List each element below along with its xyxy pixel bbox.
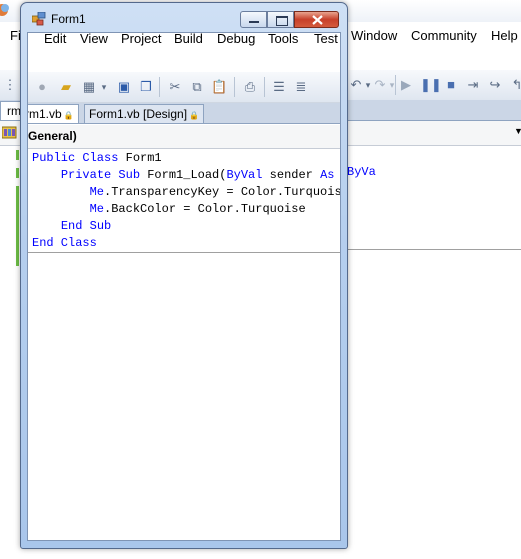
code-keyword: As xyxy=(320,168,335,182)
step-over-icon[interactable]: ↪ xyxy=(487,77,503,93)
code-overflow-right: ByVa xyxy=(347,164,376,181)
code-line: Public Class Form1 xyxy=(32,150,340,167)
document-tab-strip-through: rm1.vb 🔒 Form1.vb [Design] 🔒 xyxy=(28,103,340,124)
code-token: Form1_Load( xyxy=(147,168,227,182)
menu-tools[interactable]: Tools xyxy=(268,33,298,46)
menu-view[interactable]: View xyxy=(80,33,108,46)
close-button[interactable] xyxy=(294,11,339,28)
ide-app-icon xyxy=(0,4,9,16)
toolbar-separator xyxy=(395,75,396,95)
maximize-icon xyxy=(276,16,288,26)
step-into-icon[interactable]: ⇥ xyxy=(465,77,481,93)
add-item-dropdown-icon[interactable]: ▾ xyxy=(96,79,112,95)
uncomment-lines-icon[interactable]: ≣ xyxy=(293,79,309,95)
member-dropdown-arrow-icon[interactable]: ▼ xyxy=(514,126,521,136)
menu-edit[interactable]: Edit xyxy=(44,33,66,46)
tab-form1-design[interactable]: Form1.vb [Design] 🔒 xyxy=(84,104,205,123)
code-keyword: Me xyxy=(89,185,105,199)
code-line: Private Sub Form1_Load(ByVal sender As S… xyxy=(32,167,340,184)
code-token: .TransparencyKey = Color.Turquoise xyxy=(104,185,341,199)
code-keyword: Public Class xyxy=(32,151,126,165)
save-icon[interactable]: ▣ xyxy=(116,79,132,95)
window-title: Form1 xyxy=(51,12,86,26)
tab-form1-code[interactable]: rm1.vb 🔒 xyxy=(27,104,79,123)
menu-help[interactable]: Help xyxy=(491,28,518,43)
form-client-area: Edit View Project Build Debug Tools Test… xyxy=(27,32,341,541)
new-project-icon[interactable]: ● xyxy=(34,79,50,95)
class-view-icon xyxy=(1,125,17,140)
toolbar-through: ● ▰ ▦ ▾ ▣ ❐ ✂ ⧉ 📋 ⎙ ☰ ≣ xyxy=(28,72,340,103)
toolbar-separator xyxy=(234,77,235,97)
tab-label: Form1.vb [Design] xyxy=(89,107,188,121)
code-keyword: Me xyxy=(89,202,105,216)
menu-test[interactable]: Test xyxy=(314,33,338,46)
stop-icon[interactable]: ■ xyxy=(443,77,459,93)
maximize-button[interactable] xyxy=(267,11,294,28)
cut-icon[interactable]: ✂ xyxy=(167,79,183,95)
comment-lines-icon[interactable]: ☰ xyxy=(271,79,287,95)
minimize-icon xyxy=(249,21,259,23)
code-line: End Sub xyxy=(32,218,340,235)
change-marker xyxy=(16,186,19,266)
editor-margin xyxy=(0,146,20,266)
lock-icon: 🔒 xyxy=(187,111,200,120)
form-app-icon xyxy=(32,12,46,26)
code-line: Me.TransparencyKey = Color.Turquoise xyxy=(32,184,341,201)
code-token: ByVa xyxy=(347,165,376,179)
class-selector-through[interactable]: General) xyxy=(28,125,340,149)
toolbar-separator xyxy=(159,77,160,97)
code-listing[interactable]: Public Class Form1 Private Sub Form1_Loa… xyxy=(32,150,341,252)
tab-label: rm1.vb xyxy=(27,107,62,121)
add-item-icon[interactable]: ▦ xyxy=(81,79,97,95)
menu-build[interactable]: Build xyxy=(174,33,203,46)
code-keyword: End Sub xyxy=(60,219,112,233)
grip-icon: ⋮ xyxy=(3,77,17,92)
code-token: .BackColor = Color.Turquoise xyxy=(104,202,306,216)
copy-icon[interactable]: ⧉ xyxy=(189,79,205,95)
toolbar-separator xyxy=(264,77,265,97)
close-icon xyxy=(312,15,323,25)
code-line: Me.BackColor = Color.Turquoise xyxy=(32,201,340,218)
pause-icon[interactable]: ❚❚ xyxy=(420,77,442,93)
lock-icon: 🔒 xyxy=(61,111,74,120)
step-out-icon[interactable]: ↰ xyxy=(509,77,521,93)
change-marker xyxy=(16,168,19,178)
start-debug-icon[interactable]: ▶ xyxy=(398,77,414,93)
menu-community[interactable]: Community xyxy=(411,28,477,43)
save-all-icon[interactable]: ❐ xyxy=(138,79,154,95)
code-line: End Class xyxy=(32,235,340,252)
find-icon[interactable]: ⎙ xyxy=(242,79,258,95)
code-keyword: End Class xyxy=(32,236,97,250)
paste-icon[interactable]: 📋 xyxy=(211,79,227,95)
minimize-button[interactable] xyxy=(240,11,267,28)
open-folder-icon[interactable]: ▰ xyxy=(58,79,74,95)
code-end-separator xyxy=(347,249,521,250)
menu-debug[interactable]: Debug xyxy=(217,33,255,46)
code-end-separator xyxy=(28,252,340,253)
class-selector-value: General) xyxy=(28,129,77,143)
code-token: Form1 xyxy=(125,151,162,165)
code-token: sender xyxy=(262,168,321,182)
code-keyword: Private Sub xyxy=(60,168,148,182)
form1-window[interactable]: Form1 Edit View Project Build Debug Tool… xyxy=(20,2,348,549)
change-marker xyxy=(16,150,19,160)
code-keyword: ByVal xyxy=(226,168,263,182)
menu-window[interactable]: Window xyxy=(351,28,397,43)
code-token: System.Object, xyxy=(334,168,340,182)
menu-project[interactable]: Project xyxy=(121,33,161,46)
